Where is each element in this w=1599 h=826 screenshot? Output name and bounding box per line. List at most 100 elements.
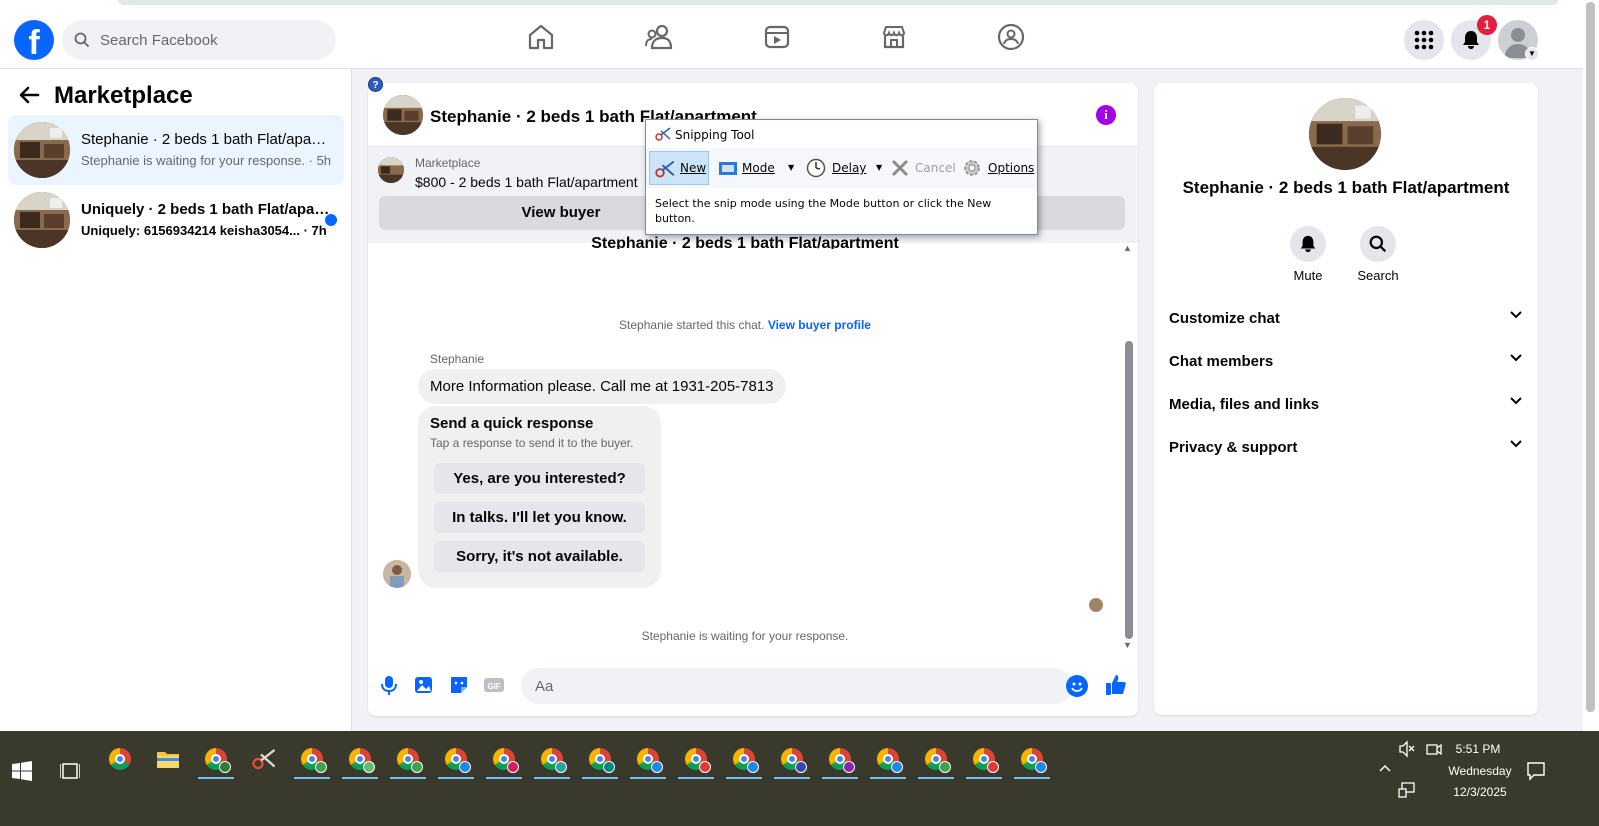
- caret-down-icon: ▼: [788, 163, 795, 172]
- sender-avatar[interactable]: [383, 560, 411, 588]
- volume-muted-icon[interactable]: [1398, 740, 1416, 758]
- help-icon[interactable]: ?: [368, 77, 383, 92]
- chrome-icon: [541, 748, 567, 773]
- back-arrow-icon[interactable]: [18, 84, 40, 112]
- quick-response-card: Send a quick response Tap a response to …: [418, 406, 661, 588]
- clock-icon: [806, 158, 826, 178]
- menu-button[interactable]: [1404, 20, 1444, 60]
- taskbar-chrome-window[interactable]: [436, 741, 476, 779]
- conversation-subtitle: Uniquely: 6156934214 keisha3054... · 7h: [81, 223, 327, 238]
- page-scrollbar-thumb[interactable]: [1586, 2, 1595, 712]
- task-view-icon[interactable]: [60, 761, 80, 781]
- taskbar-chrome-window[interactable]: [484, 741, 524, 779]
- taskbar-chrome-window[interactable]: [868, 741, 908, 779]
- taskbar-chrome-window[interactable]: [292, 741, 332, 779]
- action-center-icon[interactable]: [1526, 761, 1546, 781]
- windows-start-icon[interactable]: [12, 761, 32, 781]
- snip-mode-label: Mode: [742, 161, 775, 175]
- chevron-down-icon: [1509, 394, 1523, 411]
- quick-response-button[interactable]: Sorry, it's not available.: [434, 541, 645, 572]
- page-title: Marketplace: [54, 82, 193, 109]
- chrome-icon: [397, 748, 423, 773]
- chrome-icon: [349, 748, 375, 773]
- taskbar-chrome-window[interactable]: [676, 741, 716, 779]
- scrollbar-thumb[interactable]: [1125, 341, 1133, 639]
- video-icon[interactable]: [762, 22, 792, 52]
- info-icon[interactable]: i: [1096, 105, 1116, 125]
- view-buyer-profile-link[interactable]: View buyer profile: [768, 318, 871, 332]
- gif-icon[interactable]: GIF: [482, 673, 506, 697]
- section-privacy-support[interactable]: Privacy & support: [1169, 429, 1523, 469]
- friends-icon[interactable]: [644, 22, 674, 52]
- taskbar-chrome-window[interactable]: [532, 741, 572, 779]
- facebook-logo[interactable]: f: [14, 20, 54, 60]
- taskbar-snipping-tool[interactable]: [244, 741, 284, 777]
- clock-time[interactable]: 5:51 PM: [1448, 742, 1508, 756]
- mute-button[interactable]: Mute: [1278, 226, 1338, 283]
- groups-icon[interactable]: [996, 22, 1026, 52]
- snip-cancel-button[interactable]: Cancel: [889, 151, 957, 185]
- scroll-down-arrow-icon[interactable]: ▼: [1123, 640, 1132, 650]
- scroll-up-arrow-icon[interactable]: ▲: [1123, 243, 1132, 253]
- message-bubble[interactable]: More Information please. Call me at 1931…: [418, 369, 786, 404]
- taskbar-chrome-window[interactable]: [724, 741, 764, 779]
- chat-details-panel: Stephanie · 2 beds 1 bath Flat/apartment…: [1154, 83, 1538, 715]
- quick-response-button[interactable]: In talks. I'll let you know.: [434, 502, 645, 533]
- taskbar-file-explorer[interactable]: [148, 741, 188, 777]
- details-title: Stephanie · 2 beds 1 bath Flat/apartment: [1182, 178, 1510, 197]
- message-input[interactable]: [533, 676, 1013, 696]
- details-avatar[interactable]: [1309, 98, 1381, 170]
- section-chat-members[interactable]: Chat members: [1169, 343, 1523, 383]
- emoji-icon[interactable]: [1066, 675, 1088, 697]
- chevron-down-icon: [1509, 308, 1523, 325]
- unread-indicator: [325, 214, 337, 226]
- taskbar-chrome-window[interactable]: [964, 741, 1004, 779]
- photo-icon[interactable]: [412, 673, 436, 697]
- chat-avatar[interactable]: [383, 95, 423, 135]
- listing-price[interactable]: $800 - 2 beds 1 bath Flat/apartment: [415, 174, 638, 190]
- taskbar-chrome-window[interactable]: [820, 741, 860, 779]
- taskbar-chrome-profile[interactable]: [196, 741, 236, 779]
- search-input[interactable]: [98, 30, 318, 50]
- conversation-item-uniquely[interactable]: Uniquely · 2 beds 1 bath Flat/apartment …: [8, 185, 344, 255]
- snip-delay-button[interactable]: Delay ▼: [804, 151, 886, 185]
- thumbs-up-icon[interactable]: [1104, 673, 1128, 697]
- search-in-chat-button[interactable]: Search: [1348, 226, 1408, 283]
- snip-new-button[interactable]: New: [649, 151, 709, 185]
- conversation-item-stephanie[interactable]: Stephanie · 2 beds 1 bath Flat/apartment…: [8, 115, 344, 185]
- taskbar-chrome-window[interactable]: [388, 741, 428, 779]
- chrome-icon: [637, 748, 663, 773]
- notification-badge: 1: [1477, 15, 1497, 35]
- message-input-box[interactable]: [521, 668, 1073, 704]
- search-icon: [1369, 235, 1387, 253]
- section-media-files-links[interactable]: Media, files and links: [1169, 386, 1523, 426]
- close-icon: [891, 159, 909, 177]
- taskbar-chrome[interactable]: [100, 741, 140, 777]
- chevron-down-icon[interactable]: ▼: [1525, 47, 1539, 61]
- search-box[interactable]: [62, 20, 336, 60]
- listing-thumbnail[interactable]: [378, 157, 404, 183]
- snip-options-button[interactable]: Options: [960, 151, 1036, 185]
- camera-in-use-icon[interactable]: [1425, 740, 1443, 758]
- clock-date[interactable]: 12/3/2025: [1440, 785, 1520, 799]
- home-icon[interactable]: [526, 22, 556, 52]
- network-icon[interactable]: [1398, 781, 1416, 799]
- bell-icon: [1300, 235, 1316, 253]
- taskbar-chrome-window[interactable]: [772, 741, 812, 779]
- taskbar-chrome-window[interactable]: [1012, 741, 1052, 779]
- section-customize-chat[interactable]: Customize chat: [1169, 300, 1523, 340]
- taskbar-chrome-window[interactable]: [628, 741, 668, 779]
- section-label: Customize chat: [1169, 310, 1280, 327]
- marketplace-icon[interactable]: [879, 22, 909, 52]
- taskbar-chrome-window[interactable]: [580, 741, 620, 779]
- taskbar-chrome-window[interactable]: [916, 741, 956, 779]
- show-hidden-icons-chevron-icon[interactable]: [1378, 763, 1392, 773]
- quick-response-button[interactable]: Yes, are you interested?: [434, 463, 645, 494]
- microphone-icon[interactable]: [377, 673, 401, 697]
- snipping-tool-titlebar[interactable]: Snipping Tool: [646, 120, 1037, 148]
- snip-mode-button[interactable]: Mode ▼: [716, 151, 798, 185]
- clock-day[interactable]: Wednesday: [1440, 764, 1520, 778]
- snip-options-label: Options: [988, 161, 1035, 175]
- taskbar-chrome-window[interactable]: [340, 741, 380, 779]
- sticker-icon[interactable]: [447, 673, 471, 697]
